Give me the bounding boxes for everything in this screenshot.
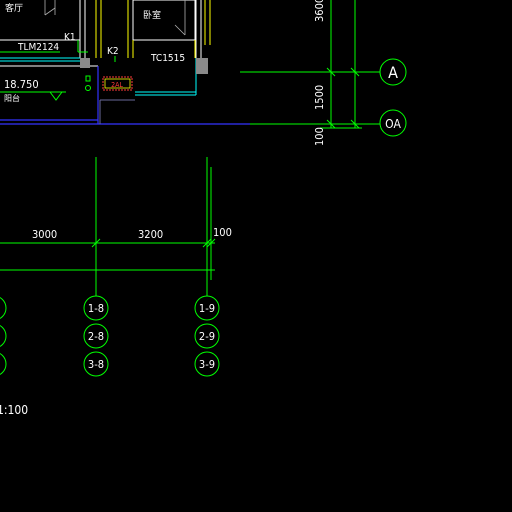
bottom-dimension-lines [0,157,216,296]
symbol-circle-icon [85,85,91,91]
cad-drawing-viewport: 2AL 客厅 卧室 TLM2124 K1 K2 TC1515 18.750 阳台 [0,0,512,512]
axis-bubble-3-8: 3-8 [88,358,104,371]
furniture-right [174,0,186,36]
right-dimension-lines [240,0,380,129]
wall-column-right [196,58,208,74]
symbol-square-icon [85,75,91,82]
axis-bubbles-col8: 1-8 2-8 3-8 [83,295,109,377]
window-tag-tc: TC1515 [150,53,185,64]
grid-bubble-oa: OA [379,109,407,137]
dim-1500: 1500 [313,85,326,110]
dim-100-right: 100 [313,127,326,146]
elevation-value: 18.750 [4,78,39,91]
floor-plan-canvas: 2AL 客厅 卧室 TLM2124 K1 K2 TC1515 18.750 阳台 [0,0,407,417]
grid-axis-oa-label: OA [385,117,401,131]
scale-label: 1:100 [0,403,28,417]
slab-lines-grey [99,99,135,124]
wall-column-left [80,58,90,68]
axis-bubble-2-9: 2-9 [199,330,215,343]
slab-lines [0,66,250,125]
room-label-balcony: 阳台 [4,93,20,103]
axis-bubble-2-8: 2-8 [88,330,104,343]
dim-100-bottom: 100 [213,226,232,239]
window-tag-tlm: TLM2124 [17,42,59,53]
grid-bubble-a: A [379,58,407,86]
axis-bubble-3-9: 3-9 [199,358,215,371]
grid-axis-a-label: A [388,63,398,82]
dim-3600: 3600 [313,0,326,22]
door-tag-k1: K1 [64,32,76,43]
unit-box-label: 2AL [111,81,123,89]
door-tag-k2: K2 [107,46,119,57]
axis-bubble-1-8: 1-8 [88,302,104,315]
axis-bubble-1-9: 1-9 [199,302,215,315]
axis-bubbles-col9: 1-9 2-9 3-9 [194,295,220,377]
room-label-bedroom: 卧室 [143,9,161,21]
furniture-left [44,0,56,16]
dim-3000: 3000 [32,228,57,241]
axis-bubbles-left-partial [0,297,7,375]
dim-3200: 3200 [138,228,163,241]
room-label-living: 客厅 [5,2,23,14]
